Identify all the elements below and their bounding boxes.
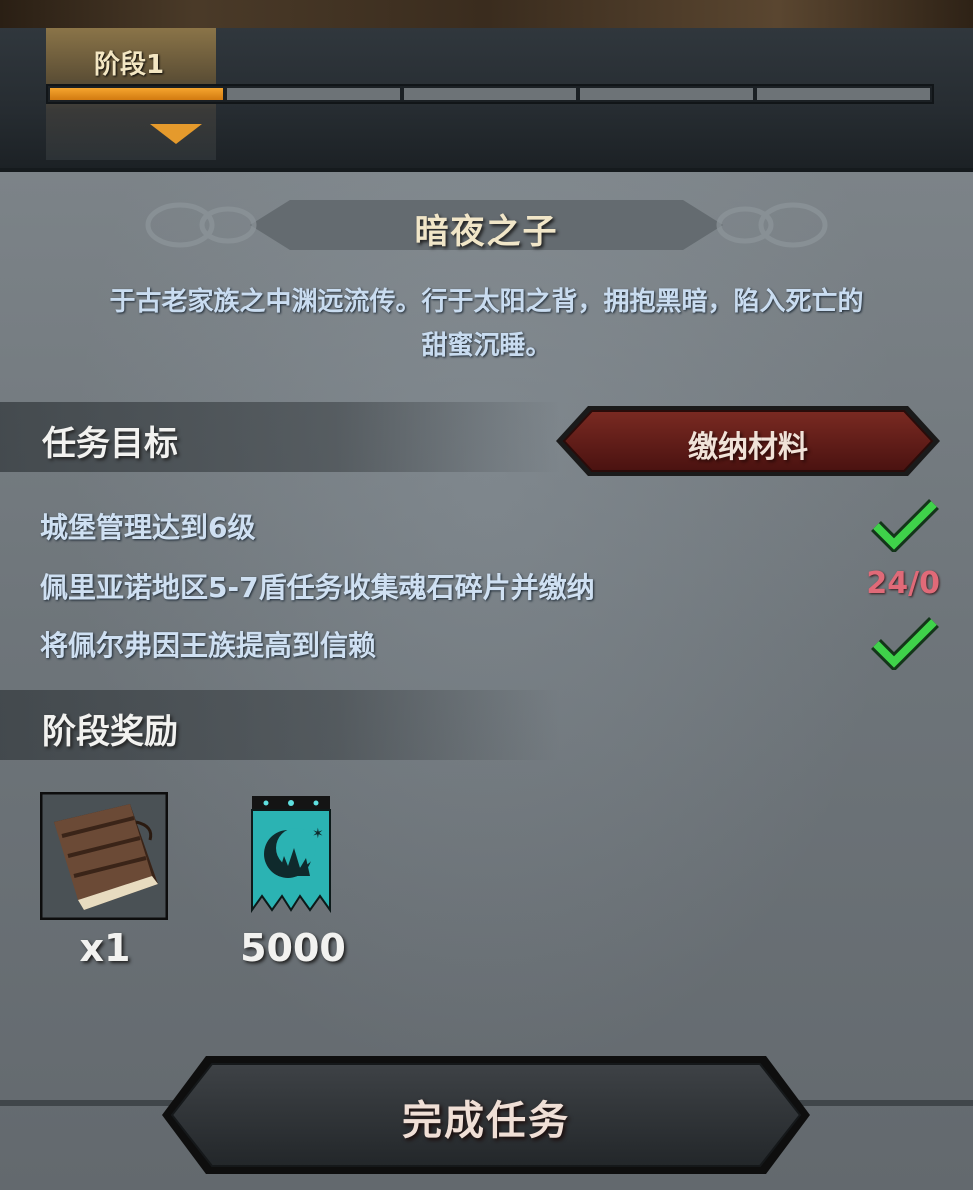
checkmark-icon bbox=[871, 617, 939, 670]
objective-text: 城堡管理达到6级 bbox=[40, 511, 256, 544]
objective-row: 城堡管理达到6级 bbox=[40, 499, 940, 552]
stage-header: 阶段1 bbox=[0, 28, 973, 172]
stage-progress-bar bbox=[46, 84, 934, 104]
objective-row: 佩里亚诺地区5-7盾任务收集魂石碎片并缴纳 24/0 bbox=[40, 560, 940, 610]
reward-count: x1 bbox=[79, 926, 131, 970]
stage-tab-label: 阶段1 bbox=[94, 50, 165, 80]
objectives-heading: 任务目标 bbox=[42, 424, 178, 464]
objective-progress: 24/0 bbox=[866, 566, 940, 601]
rewards-header: 阶段奖励 bbox=[0, 690, 560, 760]
objective-text: 将佩尔弗因王族提高到信赖 bbox=[40, 629, 377, 662]
banner-moon-icon: ✶ bbox=[251, 796, 331, 914]
progress-segment bbox=[757, 88, 930, 100]
objective-row: 将佩尔弗因王族提高到信赖 bbox=[40, 617, 940, 670]
objectives-header: 任务目标 bbox=[0, 402, 560, 472]
complete-quest-label: 完成任务 bbox=[402, 1098, 570, 1144]
svg-text:✶: ✶ bbox=[312, 826, 324, 842]
chevron-down-icon bbox=[150, 124, 202, 144]
quest-panel: 暗夜之子 于古老家族之中渊远流传。行于太阳之背，拥抱黑暗，陷入死亡的 甜蜜沉睡。… bbox=[0, 172, 973, 1190]
progress-segment bbox=[50, 88, 223, 100]
description-line: 甜蜜沉睡。 bbox=[421, 331, 552, 361]
quest-description: 于古老家族之中渊远流传。行于太阳之背，拥抱黑暗，陷入死亡的 甜蜜沉睡。 bbox=[40, 280, 933, 368]
book-icon bbox=[39, 791, 169, 921]
progress-segment bbox=[403, 88, 577, 100]
quest-title: 暗夜之子 bbox=[414, 212, 559, 252]
top-art-strip bbox=[0, 0, 973, 28]
objective-text: 佩里亚诺地区5-7盾任务收集魂石碎片并缴纳 bbox=[40, 571, 595, 604]
description-line: 于古老家族之中渊远流传。行于太阳之背，拥抱黑暗，陷入死亡的 bbox=[109, 287, 864, 317]
reward-item[interactable]: x1 bbox=[39, 791, 170, 970]
title-banner: 暗夜之子 bbox=[140, 190, 833, 260]
submit-materials-button[interactable]: 缴纳材料 bbox=[554, 404, 942, 478]
progress-segment bbox=[580, 88, 754, 100]
checkmark-icon bbox=[871, 499, 939, 552]
submit-materials-label: 缴纳材料 bbox=[688, 430, 808, 465]
complete-quest-button[interactable]: 完成任务 bbox=[160, 1052, 812, 1178]
rewards-heading: 阶段奖励 bbox=[42, 712, 178, 752]
reward-item[interactable]: ✶ 5000 bbox=[228, 792, 358, 970]
progress-segment bbox=[226, 88, 400, 100]
reward-count: 5000 bbox=[240, 926, 346, 970]
